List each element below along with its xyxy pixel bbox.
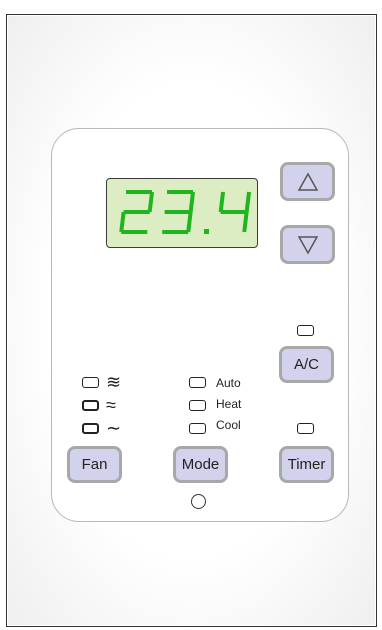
timer-indicator-led — [297, 423, 314, 434]
mode-auto-label: Auto — [216, 376, 241, 390]
fan-low-icon: ∼ — [106, 418, 122, 438]
triangle-down-icon — [297, 235, 318, 255]
mode-button[interactable]: Mode — [173, 446, 228, 483]
fan-high-icon: ≋ — [106, 372, 122, 392]
display-digit — [218, 191, 252, 233]
temperature-value: 23.4 — [107, 246, 108, 247]
fan-low-led — [82, 423, 99, 434]
mode-heat-led — [189, 400, 206, 411]
mode-heat-label: Heat — [216, 397, 242, 411]
fan-high-led — [82, 377, 99, 388]
ac-indicator-led — [297, 325, 314, 336]
temperature-display: 23.4 — [106, 178, 258, 248]
ac-button-label: A/C — [293, 356, 319, 373]
mode-button-label: Mode — [181, 456, 220, 473]
mode-cool-led — [189, 423, 206, 434]
ac-button[interactable]: A/C — [279, 346, 334, 383]
decimal-point — [204, 229, 209, 234]
timer-button[interactable]: Timer — [279, 446, 334, 483]
fan-medium-icon: ≈ — [106, 395, 116, 415]
temperature-down-button[interactable] — [280, 225, 335, 264]
display-digit — [162, 190, 196, 234]
display-digit — [119, 190, 155, 234]
temperature-up-button[interactable] — [280, 162, 335, 201]
triangle-up-icon — [297, 171, 318, 191]
fan-medium-led — [82, 400, 99, 411]
fan-button[interactable]: Fan — [67, 446, 122, 483]
mode-cool-label: Cool — [216, 418, 241, 432]
timer-button-label: Timer — [287, 456, 326, 473]
fan-button-label: Fan — [81, 456, 108, 473]
temperature-digits — [119, 190, 252, 234]
mode-auto-led — [189, 377, 206, 388]
sensor-indicator — [191, 494, 206, 509]
